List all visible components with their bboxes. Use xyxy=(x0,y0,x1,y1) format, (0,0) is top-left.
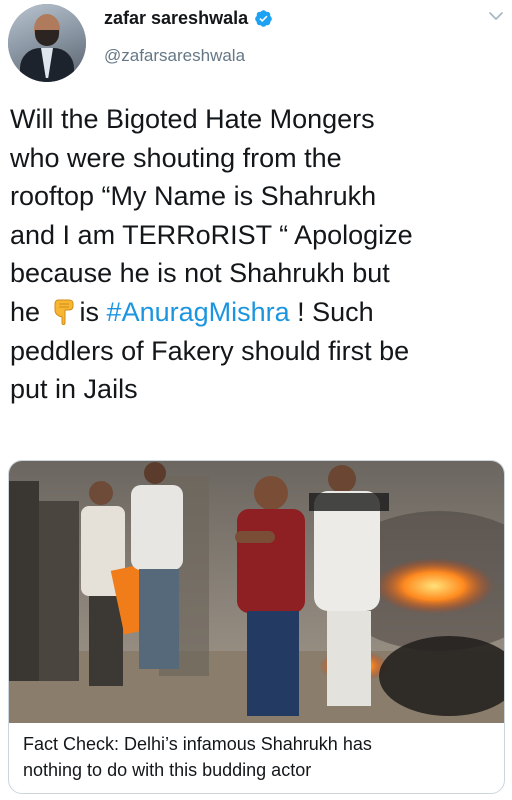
tweet-text: Will the Bigoted Hate Mongers who were s… xyxy=(10,100,505,409)
tweet-line: put in Jails xyxy=(10,374,138,405)
card-caption-line: Fact Check: Delhi’s infamous Shahrukh ha… xyxy=(23,734,372,754)
tweet-line: rooftop “My Name is Shahrukh xyxy=(10,181,377,212)
hashtag-link[interactable]: #AnuragMishra xyxy=(107,297,290,327)
tweet-line: peddlers of Fakery should first be xyxy=(10,335,410,366)
tweet-line: and I am TERRoRIST “ Apologize xyxy=(10,219,413,250)
author-handle[interactable]: @zafarsareshwala xyxy=(104,46,245,66)
link-preview-card[interactable]: Fact Check: Delhi’s infamous Shahrukh ha… xyxy=(8,460,505,794)
author-avatar[interactable] xyxy=(8,4,86,82)
verified-badge-icon xyxy=(255,10,272,27)
tweet-line: Will the Bigoted Hate Mongers xyxy=(10,104,375,134)
tweet-text-fragment: is xyxy=(79,296,107,327)
author-name-row[interactable]: zafar sareshwala xyxy=(104,8,273,29)
tweet-line: because he is not Shahrukh but xyxy=(10,258,390,289)
chevron-down-icon[interactable] xyxy=(488,10,504,22)
card-caption[interactable]: Fact Check: Delhi’s infamous Shahrukh ha… xyxy=(23,731,493,783)
tweet-text-fragment: ! Such xyxy=(289,296,374,327)
tweet-line-with-hashtag: he is #AnuragMishra ! Such xyxy=(10,293,505,332)
tweet-text-fragment: he xyxy=(10,296,48,327)
tweet-line: who were shouting from the xyxy=(10,142,342,173)
pointing-down-emoji-icon xyxy=(54,299,74,325)
card-caption-line: nothing to do with this budding actor xyxy=(23,760,312,780)
news-photo[interactable] xyxy=(9,461,505,723)
author-display-name[interactable]: zafar sareshwala xyxy=(104,8,248,29)
tweet-header: zafar sareshwala @zafarsareshwala xyxy=(0,0,512,92)
